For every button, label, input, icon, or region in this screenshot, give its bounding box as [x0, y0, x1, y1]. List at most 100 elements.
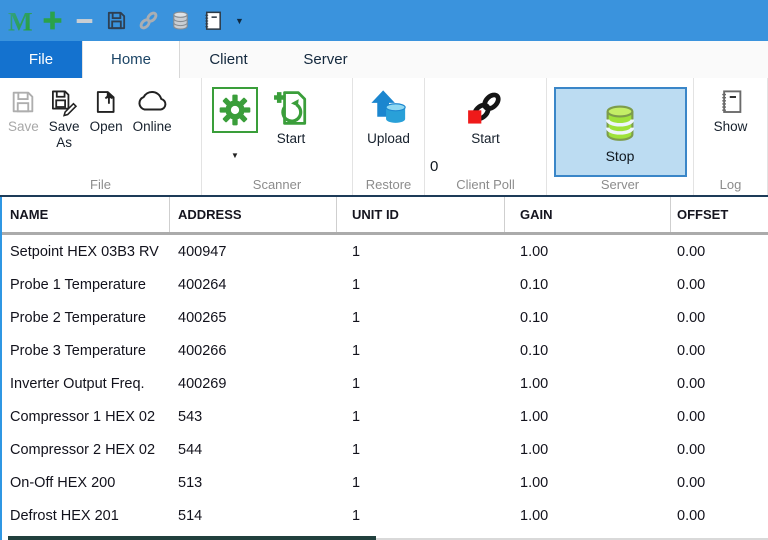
- cell-name: Probe 1 Temperature: [10, 276, 146, 293]
- cell-offset: 0.00: [677, 309, 706, 326]
- ribbon-group-scanner: ▼ Start Scanner: [202, 78, 353, 195]
- open-label: Open: [89, 119, 123, 134]
- cell-name: On-Off HEX 200: [10, 474, 116, 491]
- tab-client[interactable]: Client: [180, 41, 277, 78]
- table-row[interactable]: Compressor 1 HEX 02 543 1 1.00 0.00: [2, 400, 768, 433]
- cell-name: Probe 2 Temperature: [10, 309, 146, 326]
- tab-home[interactable]: Home: [82, 41, 180, 78]
- cell-gain: 1.00: [520, 243, 549, 260]
- ribbon-group-client-poll: Start Client Poll: [425, 78, 547, 195]
- table-row[interactable]: Setpoint HEX 03B3 RV 400947 1 1.00 0.00: [2, 235, 768, 268]
- cell-name: Inverter Output Freq.: [10, 375, 145, 392]
- table-row[interactable]: Compressor 2 HEX 02 544 1 1.00 0.00: [2, 433, 768, 466]
- file-group-label: File: [90, 177, 111, 192]
- save-label: Save: [8, 119, 39, 134]
- tab-server[interactable]: Server: [277, 41, 374, 78]
- title-bar: M ▼: [0, 0, 768, 41]
- remove-icon[interactable]: [71, 7, 98, 34]
- save-icon: [13, 91, 34, 113]
- cell-unit-id: 1: [352, 507, 361, 524]
- cell-gain: 1.00: [520, 408, 549, 425]
- ribbon: Save Save As Open Online File ▼ Start Sc…: [0, 78, 768, 197]
- cell-gain: 0.10: [520, 342, 549, 359]
- cell-gain: 0.10: [520, 276, 549, 293]
- upload-button[interactable]: Upload: [363, 83, 415, 151]
- column-header-offset[interactable]: OFFSET: [671, 197, 768, 232]
- table-header-row: NAME ADDRESS UNIT ID GAIN OFFSET: [2, 197, 768, 235]
- cell-offset: 0.00: [677, 507, 706, 524]
- table-row[interactable]: On-Off HEX 200 513 1 1.00 0.00: [2, 466, 768, 499]
- table-row[interactable]: Probe 3 Temperature 400266 1 0.10 0.00: [2, 334, 768, 367]
- gear-icon: [219, 94, 251, 126]
- column-header-unit-id[interactable]: UNIT ID: [337, 197, 505, 232]
- open-icon: [96, 91, 115, 113]
- scanner-group-label: Scanner: [252, 177, 302, 192]
- scanner-settings-button[interactable]: [212, 87, 258, 133]
- cell-offset: 0.00: [677, 474, 706, 491]
- cell-address: 544: [178, 441, 203, 458]
- upload-icon: [370, 90, 406, 123]
- table-row[interactable]: Inverter Output Freq. 400269 1 1.00 0.00: [2, 367, 768, 400]
- ribbon-group-server: Stop Server: [547, 78, 694, 195]
- notebook-icon[interactable]: [199, 7, 226, 34]
- client-poll-start-label: Start: [471, 131, 500, 146]
- cell-gain: 1.00: [520, 375, 549, 392]
- link-icon[interactable]: [135, 7, 162, 34]
- save-button[interactable]: Save: [4, 83, 43, 139]
- ribbon-group-log: Show Log: [694, 78, 768, 195]
- ribbon-group-restore: Upload Restore: [353, 78, 425, 195]
- save-icon[interactable]: [103, 7, 130, 34]
- cell-address: 400265: [178, 309, 227, 326]
- server-database-icon: [605, 105, 635, 141]
- cell-gain: 1.00: [520, 507, 549, 524]
- client-poll-group-label: Client Poll: [456, 177, 515, 192]
- scanner-dropdown-icon[interactable]: ▼: [212, 151, 258, 160]
- upload-label: Upload: [367, 131, 410, 146]
- log-show-label: Show: [713, 119, 748, 134]
- cell-unit-id: 1: [352, 342, 361, 359]
- save-as-label: Save As: [48, 119, 80, 150]
- column-header-address[interactable]: ADDRESS: [170, 197, 337, 232]
- cell-offset: 0.00: [677, 243, 706, 260]
- toolbar-dropdown-icon[interactable]: ▼: [235, 16, 244, 26]
- table-row[interactable]: Defrost HEX 201 514 1 1.00 0.00: [2, 499, 768, 532]
- red-square: [467, 110, 481, 124]
- cell-address: 514: [178, 507, 203, 524]
- register-table: NAME ADDRESS UNIT ID GAIN OFFSET Setpoin…: [0, 197, 768, 540]
- cell-offset: 0.00: [677, 408, 706, 425]
- cell-unit-id: 1: [352, 309, 361, 326]
- ribbon-group-file: Save Save As Open Online File: [0, 78, 202, 195]
- cell-address: 400264: [178, 276, 227, 293]
- client-poll-start-button[interactable]: Start: [460, 83, 512, 151]
- log-group-label: Log: [719, 177, 742, 192]
- cell-unit-id: 1: [352, 243, 361, 260]
- logo-letter: M: [8, 7, 33, 34]
- restore-group-label: Restore: [365, 177, 412, 192]
- open-button[interactable]: Open: [86, 83, 127, 139]
- column-header-gain[interactable]: GAIN: [505, 197, 671, 232]
- app-logo: M: [7, 7, 34, 34]
- cell-gain: 1.00: [520, 474, 549, 491]
- table-row[interactable]: Probe 2 Temperature 400265 1 0.10 0.00: [2, 301, 768, 334]
- add-icon[interactable]: [39, 7, 66, 34]
- cell-offset: 0.00: [677, 342, 706, 359]
- cell-name: Probe 3 Temperature: [10, 342, 146, 359]
- database-icon[interactable]: [167, 7, 194, 34]
- save-as-button[interactable]: Save As: [45, 83, 84, 155]
- online-button[interactable]: Online: [129, 83, 176, 139]
- tab-file[interactable]: File: [0, 41, 82, 78]
- table-row[interactable]: Probe 1 Temperature 400264 1 0.10 0.00: [2, 268, 768, 301]
- save-as-icon: [52, 90, 78, 117]
- log-notebook-icon: [721, 90, 741, 113]
- cell-unit-id: 1: [352, 441, 361, 458]
- column-header-name[interactable]: NAME: [2, 197, 170, 232]
- online-label: Online: [132, 119, 172, 134]
- cell-name: Compressor 2 HEX 02: [10, 441, 156, 458]
- log-show-button[interactable]: Show: [710, 83, 752, 139]
- cell-name: Compressor 1 HEX 02: [10, 408, 156, 425]
- server-stop-button[interactable]: Stop: [553, 87, 687, 177]
- scanner-start-button[interactable]: Start: [266, 83, 316, 151]
- cell-gain: 0.10: [520, 309, 549, 326]
- scanner-start-label: Start: [276, 131, 306, 146]
- cell-unit-id: 1: [352, 375, 361, 392]
